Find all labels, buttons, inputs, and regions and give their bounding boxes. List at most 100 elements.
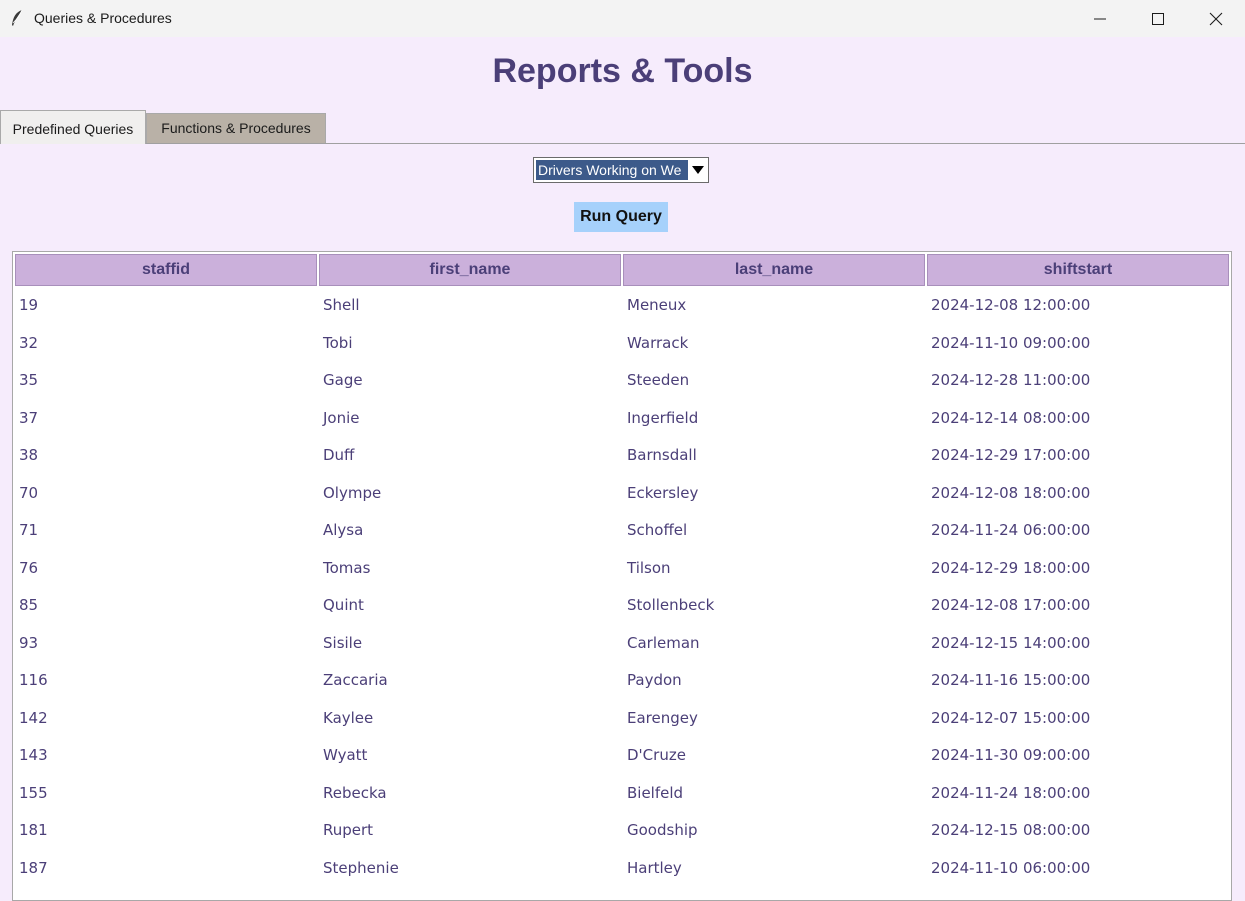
cell-first-name: Tobi	[323, 333, 353, 352]
cell-shiftstart: 2024-11-24 18:00:00	[931, 783, 1091, 802]
cell-staffid: 32	[19, 333, 39, 352]
cell-staffid: 35	[19, 371, 39, 389]
cell-shiftstart: 2024-11-16 15:00:00	[931, 671, 1091, 689]
cell-shiftstart: 2024-12-29 18:00:00	[931, 558, 1091, 577]
table-row[interactable]: 143 Wyatt D'Cruze 2024-11-30 09:00:00	[13, 737, 1229, 774]
cell-last-name: Ingerfield	[627, 408, 699, 427]
cell-first-name: Shell	[323, 296, 360, 314]
cell-staffid: 181	[19, 821, 48, 839]
cell-last-name: Bielfeld	[627, 783, 684, 802]
cell-shiftstart: 2024-12-14 08:00:00	[931, 408, 1091, 427]
table-row[interactable]: 155 Rebecka Bielfeld 2024-11-24 18:00:00	[13, 775, 1229, 812]
cell-last-name: Barnsdall	[627, 446, 697, 464]
table-row[interactable]: 35 Gage Steeden 2024-12-28 11:00:00	[13, 362, 1229, 399]
cell-last-name: Paydon	[627, 671, 682, 689]
cell-last-name: D'Cruze	[627, 746, 686, 764]
cell-staffid: 143	[19, 746, 48, 764]
cell-staffid: 155	[19, 783, 48, 802]
tab-functions-procedures[interactable]: Functions & Procedures	[146, 113, 326, 143]
cell-staffid: 19	[19, 296, 39, 314]
cell-last-name: Steeden	[627, 371, 690, 389]
cell-last-name: Goodship	[627, 821, 698, 839]
cell-staffid: 71	[19, 521, 39, 539]
table-row[interactable]: 71 Alysa Schoffel 2024-11-24 06:00:00	[13, 512, 1229, 549]
dropdown-arrow-icon	[692, 166, 704, 174]
table-row[interactable]: 181 Rupert Goodship 2024-12-15 08:00:00	[13, 812, 1229, 849]
column-header-last-name[interactable]: last_name	[623, 254, 925, 286]
cell-staffid: 38	[19, 446, 39, 464]
cell-staffid: 70	[19, 483, 39, 502]
window-title: Queries & Procedures	[34, 10, 172, 26]
window-titlebar[interactable]: Queries & Procedures	[0, 0, 1245, 37]
cell-shiftstart: 2024-11-24 06:00:00	[931, 521, 1091, 539]
table-row[interactable]: 142 Kaylee Earengey 2024-12-07 15:00:00	[13, 700, 1229, 737]
table-row[interactable]: 38 Duff Barnsdall 2024-12-29 17:00:00	[13, 437, 1229, 474]
cell-shiftstart: 2024-12-07 15:00:00	[931, 708, 1091, 727]
cell-first-name: Olympe	[323, 483, 382, 502]
table-row[interactable]: 37 Jonie Ingerfield 2024-12-14 08:00:00	[13, 400, 1229, 437]
cell-last-name: Carleman	[627, 633, 700, 652]
cell-first-name: Zaccaria	[323, 671, 388, 689]
column-header-staffid[interactable]: staffid	[15, 254, 317, 286]
cell-staffid: 85	[19, 596, 39, 614]
cell-shiftstart: 2024-12-29 17:00:00	[931, 446, 1091, 464]
table-row[interactable]: 116 Zaccaria Paydon 2024-11-16 15:00:00	[13, 662, 1229, 699]
cell-last-name: Schoffel	[627, 521, 688, 539]
column-header-first-name[interactable]: first_name	[319, 254, 621, 286]
dropdown-button[interactable]	[688, 158, 708, 182]
cell-last-name: Warrack	[627, 333, 689, 352]
table-row[interactable]: 85 Quint Stollenbeck 2024-12-08 17:00:00	[13, 587, 1229, 624]
query-select-value: Drivers Working on We	[536, 160, 688, 180]
results-table[interactable]: staffid first_name last_name shiftstart …	[12, 251, 1232, 901]
cell-shiftstart: 2024-12-15 14:00:00	[931, 633, 1091, 652]
cell-shiftstart: 2024-11-10 09:00:00	[931, 333, 1091, 352]
cell-shiftstart: 2024-11-30 09:00:00	[931, 746, 1091, 764]
cell-first-name: Rupert	[323, 821, 374, 839]
cell-staffid: 187	[19, 858, 48, 877]
cell-first-name: Rebecka	[323, 783, 387, 802]
maximize-button[interactable]	[1129, 0, 1187, 37]
cell-last-name: Stollenbeck	[627, 596, 715, 614]
cell-first-name: Sisile	[323, 633, 363, 652]
cell-staffid: 37	[19, 408, 39, 427]
cell-shiftstart: 2024-12-08 18:00:00	[931, 483, 1091, 502]
cell-last-name: Meneux	[627, 296, 687, 314]
cell-staffid: 93	[19, 633, 39, 652]
table-row[interactable]: 187 Stephenie Hartley 2024-11-10 06:00:00	[13, 850, 1229, 887]
cell-last-name: Eckersley	[627, 483, 699, 502]
table-row[interactable]: 32 Tobi Warrack 2024-11-10 09:00:00	[13, 325, 1229, 362]
cell-shiftstart: 2024-12-28 11:00:00	[931, 371, 1091, 389]
cell-staffid: 116	[19, 671, 48, 689]
cell-first-name: Duff	[323, 446, 355, 464]
cell-first-name: Tomas	[323, 558, 371, 577]
maximize-icon	[1152, 13, 1164, 25]
cell-last-name: Hartley	[627, 858, 682, 877]
close-button[interactable]	[1187, 0, 1245, 37]
cell-shiftstart: 2024-12-15 08:00:00	[931, 821, 1091, 839]
minimize-icon	[1094, 18, 1106, 20]
cell-first-name: Stephenie	[323, 858, 399, 877]
cell-last-name: Tilson	[627, 558, 671, 577]
table-header: staffid first_name last_name shiftstart	[15, 254, 1230, 286]
cell-staffid: 142	[19, 708, 48, 727]
cell-shiftstart: 2024-12-08 17:00:00	[931, 596, 1091, 614]
close-icon	[1209, 12, 1223, 26]
cell-first-name: Quint	[323, 596, 364, 614]
tab-predefined-queries[interactable]: Predefined Queries	[0, 110, 146, 144]
query-select[interactable]: Drivers Working on We	[533, 157, 709, 183]
run-query-button[interactable]: Run Query	[574, 202, 668, 232]
cell-first-name: Gage	[323, 371, 363, 389]
table-row[interactable]: 76 Tomas Tilson 2024-12-29 18:00:00	[13, 550, 1229, 587]
cell-last-name: Earengey	[627, 708, 698, 727]
table-row[interactable]: 70 Olympe Eckersley 2024-12-08 18:00:00	[13, 475, 1229, 512]
cell-staffid: 76	[19, 558, 39, 577]
table-row[interactable]: 93 Sisile Carleman 2024-12-15 14:00:00	[13, 625, 1229, 662]
column-header-shiftstart[interactable]: shiftstart	[927, 254, 1229, 286]
cell-shiftstart: 2024-11-10 06:00:00	[931, 858, 1091, 877]
cell-first-name: Wyatt	[323, 746, 368, 764]
feather-icon	[10, 9, 24, 27]
page-title: Reports & Tools	[492, 52, 753, 90]
minimize-button[interactable]	[1071, 0, 1129, 37]
table-row[interactable]: 19 Shell Meneux 2024-12-08 12:00:00	[13, 287, 1229, 324]
cell-first-name: Kaylee	[323, 708, 374, 727]
